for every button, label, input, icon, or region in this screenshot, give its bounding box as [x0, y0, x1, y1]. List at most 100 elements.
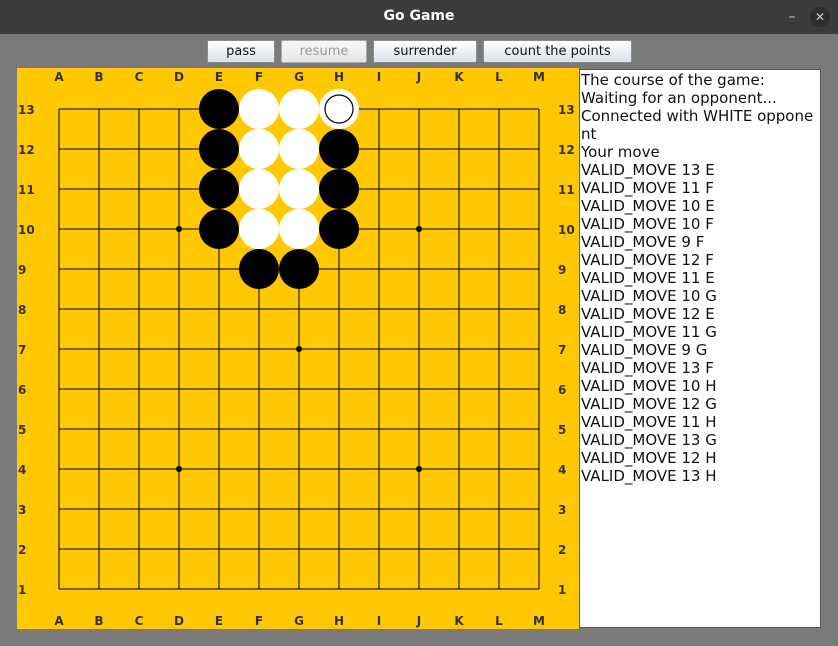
- column-label-top: B: [94, 70, 103, 84]
- column-label-bottom: B: [94, 614, 103, 628]
- white-stone[interactable]: [279, 89, 319, 129]
- column-label-top: F: [255, 70, 263, 84]
- black-stone[interactable]: [279, 249, 319, 289]
- game-log-title: The course of the game:: [581, 71, 765, 89]
- row-label-left: 3: [18, 503, 26, 517]
- column-label-bottom: G: [294, 614, 304, 628]
- column-label-top: J: [416, 70, 421, 84]
- window-title: Go Game: [383, 8, 455, 24]
- star-point: [416, 226, 422, 232]
- row-label-left: 7: [18, 343, 26, 357]
- white-stone[interactable]: [279, 209, 319, 249]
- close-icon[interactable]: ✕: [810, 7, 830, 27]
- column-label-bottom: E: [215, 614, 223, 628]
- column-label-bottom: A: [54, 614, 64, 628]
- go-board[interactable]: AABBCCDDEEFFGGHHIIJJKKLLMM13 1312 1211 1110…: [17, 68, 579, 629]
- pass-button[interactable]: pass: [207, 40, 275, 63]
- column-label-top: L: [495, 70, 503, 84]
- row-label-left: 13: [18, 103, 35, 117]
- column-label-bottom: C: [135, 614, 144, 628]
- game-log-entry: VALID_MOVE 13 G: [581, 431, 717, 449]
- column-label-bottom: J: [416, 614, 421, 628]
- column-label-bottom: K: [454, 614, 464, 628]
- white-stone[interactable]: [239, 89, 279, 129]
- white-stone[interactable]: [239, 209, 279, 249]
- black-stone[interactable]: [319, 169, 359, 209]
- row-label-right: 2: [558, 543, 566, 557]
- minimize-icon[interactable]: –: [782, 7, 802, 27]
- row-label-left: 10: [18, 223, 35, 237]
- game-log-panel: The course of the game: Waiting for an o…: [579, 69, 821, 628]
- row-label-left: 2: [18, 543, 26, 557]
- game-log-entry: Waiting for an opponent...: [581, 89, 777, 107]
- game-log-entry: VALID_MOVE 13 F: [581, 359, 714, 377]
- game-log-list: Waiting for an opponent... Connected with…: [581, 89, 820, 485]
- game-log-entry: Connected with WHITE opponent: [581, 107, 814, 143]
- row-label-left: 6: [18, 383, 26, 397]
- row-label-right: 9: [558, 263, 566, 277]
- column-label-top: M: [533, 70, 545, 84]
- game-log-entry: VALID_MOVE 10 F: [581, 215, 714, 233]
- surrender-button[interactable]: surrender: [373, 40, 477, 63]
- game-log-entry: VALID_MOVE 10 E: [581, 197, 715, 215]
- white-stone[interactable]: [239, 129, 279, 169]
- row-label-right: 3: [558, 503, 566, 517]
- row-label-right: 7: [558, 343, 566, 357]
- game-log-entry: VALID_MOVE 11 H: [581, 413, 717, 431]
- column-label-bottom: H: [334, 614, 344, 628]
- column-label-top: G: [294, 70, 304, 84]
- game-log-entry: VALID_MOVE 11 G: [581, 323, 717, 341]
- black-stone[interactable]: [199, 169, 239, 209]
- row-label-left: 4: [18, 463, 26, 477]
- row-label-right: 4: [558, 463, 566, 477]
- black-stone[interactable]: [199, 89, 239, 129]
- star-point: [176, 466, 182, 472]
- game-log-entry: VALID_MOVE 13 E: [581, 161, 715, 179]
- white-stone[interactable]: [279, 169, 319, 209]
- star-point: [296, 346, 302, 352]
- game-log-entry: Your move: [581, 143, 660, 161]
- row-label-right: 10: [558, 223, 575, 237]
- row-label-left: 5: [18, 423, 26, 437]
- column-label-bottom: D: [174, 614, 184, 628]
- column-label-top: K: [454, 70, 464, 84]
- column-label-top: H: [334, 70, 344, 84]
- game-log-entry: VALID_MOVE 12 E: [581, 305, 715, 323]
- column-label-top: C: [135, 70, 144, 84]
- black-stone[interactable]: [319, 209, 359, 249]
- column-label-bottom: I: [377, 614, 381, 628]
- black-stone[interactable]: [239, 249, 279, 289]
- game-log-entry: VALID_MOVE 12 G: [581, 395, 717, 413]
- column-label-top: E: [215, 70, 223, 84]
- game-log-entry: VALID_MOVE 9 G: [581, 341, 708, 359]
- row-label-left: 1: [18, 583, 26, 597]
- row-label-right: 6: [558, 383, 566, 397]
- game-log-entry: VALID_MOVE 12 F: [581, 251, 714, 269]
- row-label-left: 11: [18, 183, 35, 197]
- column-label-top: A: [54, 70, 64, 84]
- white-stone[interactable]: [239, 169, 279, 209]
- column-label-bottom: M: [533, 614, 545, 628]
- white-stone[interactable]: [279, 129, 319, 169]
- count-points-button[interactable]: count the points: [483, 40, 632, 63]
- column-label-top: D: [174, 70, 184, 84]
- game-log-entry: VALID_MOVE 10 G: [581, 287, 717, 305]
- row-label-right: 13: [558, 103, 575, 117]
- resume-button[interactable]: resume: [281, 40, 367, 63]
- black-stone[interactable]: [199, 129, 239, 169]
- row-label-right: 11: [558, 183, 575, 197]
- black-stone[interactable]: [199, 209, 239, 249]
- star-point: [176, 226, 182, 232]
- star-point: [416, 466, 422, 472]
- game-log-entry: VALID_MOVE 13 H: [581, 467, 717, 485]
- column-label-bottom: F: [255, 614, 263, 628]
- game-log-entry: VALID_MOVE 9 F: [581, 233, 705, 251]
- game-log-entry: VALID_MOVE 10 H: [581, 377, 717, 395]
- row-label-right: 8: [558, 303, 566, 317]
- column-label-top: I: [377, 70, 381, 84]
- row-label-left: 12: [18, 143, 35, 157]
- title-bar: Go Game – ✕: [0, 0, 838, 34]
- game-log-entry: VALID_MOVE 11 F: [581, 179, 714, 197]
- row-label-right: 12: [558, 143, 575, 157]
- black-stone[interactable]: [319, 129, 359, 169]
